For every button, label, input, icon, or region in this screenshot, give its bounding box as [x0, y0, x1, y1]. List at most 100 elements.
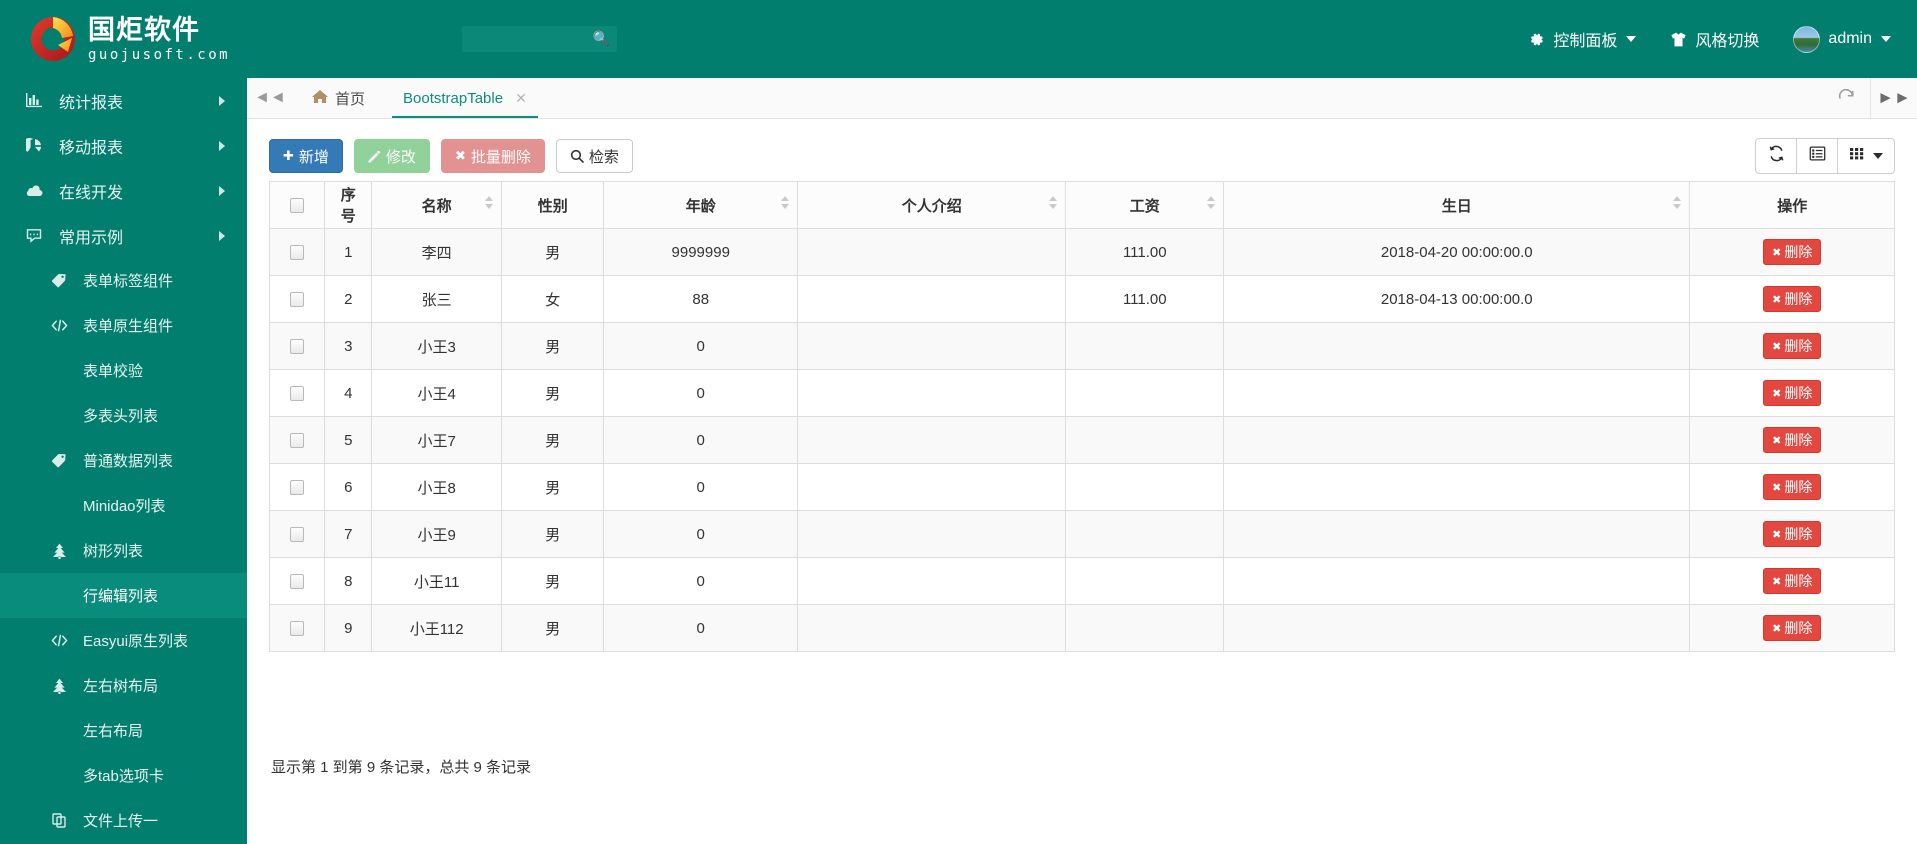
- cell-intro: [797, 510, 1067, 558]
- row-checkbox[interactable]: [290, 339, 305, 355]
- row-checkbox[interactable]: [290, 292, 305, 308]
- cell-no: 7: [324, 510, 373, 558]
- row-checkbox[interactable]: [290, 574, 305, 590]
- cell-age: 0: [603, 416, 799, 464]
- chevron-right-icon: [219, 140, 225, 151]
- batch-delete-button[interactable]: ✖ 批量删除: [440, 139, 545, 173]
- row-checkbox[interactable]: [290, 386, 305, 402]
- sidebar-item-9[interactable]: Minidao列表: [0, 483, 247, 528]
- cell-name: 小王9: [371, 510, 503, 558]
- sidebar-item-8[interactable]: 普通数据列表: [0, 438, 247, 483]
- search-button[interactable]: 检索: [555, 139, 633, 173]
- edit-button[interactable]: 修改: [353, 139, 430, 173]
- topnav-item-control-panel[interactable]: 控制面板: [1528, 27, 1637, 51]
- chevron-down-icon: [1873, 153, 1883, 159]
- sort-icon[interactable]: [1207, 196, 1216, 209]
- sidebar-item-6[interactable]: 表单校验: [0, 348, 247, 393]
- tab-home[interactable]: 首页: [293, 78, 384, 118]
- double-right-icon[interactable]: ►►: [1870, 78, 1917, 118]
- sidebar-item-1[interactable]: 移动报表: [0, 123, 247, 168]
- delete-row-button[interactable]: ✖ 删除: [1763, 239, 1822, 265]
- columns-dropdown-button[interactable]: [1837, 138, 1895, 174]
- add-button[interactable]: ✚ 新增: [269, 139, 343, 173]
- row-checkbox-cell: [268, 228, 326, 276]
- global-search[interactable]: 🔍: [462, 26, 617, 52]
- delete-row-button[interactable]: ✖ 删除: [1763, 568, 1822, 594]
- sidebar-item-14[interactable]: 左右布局: [0, 708, 247, 753]
- pie-chart-icon: [23, 137, 45, 154]
- topnav-item-user[interactable]: admin: [1793, 25, 1891, 53]
- sidebar-item-11[interactable]: 行编辑列表: [0, 573, 247, 618]
- table-header-birth[interactable]: 生日: [1223, 181, 1691, 229]
- delete-row-button[interactable]: ✖ 删除: [1763, 380, 1822, 406]
- brand-logo[interactable]: 国炬软件 guojusoft.com: [0, 0, 247, 78]
- cell-intro: [797, 275, 1067, 323]
- cell-sex: 男: [501, 322, 605, 370]
- topnav-label-user: admin: [1828, 30, 1872, 47]
- table-row[interactable]: 7 小王9 男 0 ✖ 删除: [268, 510, 1895, 558]
- table-row[interactable]: 6 小王8 男 0 ✖ 删除: [268, 463, 1895, 511]
- delete-row-button[interactable]: ✖ 删除: [1763, 615, 1822, 641]
- toggle-view-button[interactable]: [1796, 138, 1838, 174]
- table-header-label: 个人介绍: [901, 197, 962, 215]
- table-header-intro[interactable]: 个人介绍: [797, 181, 1067, 229]
- sort-icon[interactable]: [781, 196, 790, 209]
- sidebar-item-4[interactable]: 表单标签组件: [0, 258, 247, 303]
- delete-row-button[interactable]: ✖ 删除: [1763, 521, 1822, 547]
- delete-row-button[interactable]: ✖ 删除: [1763, 474, 1822, 500]
- table-row[interactable]: 8 小王11 男 0 ✖ 删除: [268, 557, 1895, 605]
- row-checkbox[interactable]: [290, 527, 305, 543]
- table-row[interactable]: 1 李四男 9999999 111.00 2018-04-20 00:00:00.0 ✖ 删…: [268, 228, 1895, 276]
- select-all-checkbox[interactable]: [290, 198, 305, 214]
- sidebar-item-13[interactable]: 左右树布局: [0, 663, 247, 708]
- cell-sex: 女: [501, 275, 605, 323]
- topnav-item-theme-switch[interactable]: 风格切换: [1670, 27, 1759, 51]
- chevron-right-icon: [219, 230, 225, 241]
- row-checkbox[interactable]: [290, 433, 305, 449]
- refresh-icon[interactable]: [1823, 78, 1870, 118]
- sidebar-item-label: 在线开发: [59, 184, 124, 202]
- refresh-table-button[interactable]: [1755, 138, 1797, 174]
- row-checkbox[interactable]: [290, 245, 305, 261]
- sidebar-item-2[interactable]: 在线开发: [0, 168, 247, 213]
- sidebar-item-12[interactable]: Easyui原生列表: [0, 618, 247, 663]
- row-checkbox[interactable]: [290, 621, 305, 637]
- double-left-icon[interactable]: ◄◄: [247, 78, 293, 118]
- cell-intro: [797, 416, 1067, 464]
- search-input[interactable]: 🔍: [462, 26, 617, 52]
- top-nav: 控制面板 风格切换 admin: [1494, 25, 1917, 53]
- table-row[interactable]: 5 小王7 男 0 ✖ 删除: [268, 416, 1895, 464]
- table-header-name[interactable]: 名称: [371, 181, 503, 229]
- row-checkbox[interactable]: [290, 480, 305, 496]
- table-row[interactable]: 9 小王112 男 0 ✖ 删除: [268, 604, 1895, 652]
- times-icon: ✖: [1772, 340, 1782, 353]
- delete-row-button[interactable]: ✖ 删除: [1763, 427, 1822, 453]
- cell-wage: [1065, 369, 1225, 417]
- sidebar-item-7[interactable]: 多表头列表: [0, 393, 247, 438]
- tree-icon: [48, 543, 70, 559]
- table-header-age[interactable]: 年龄: [603, 181, 799, 229]
- sidebar-item-15[interactable]: 多tab选项卡: [0, 753, 247, 798]
- close-icon[interactable]: ✕: [515, 90, 527, 107]
- sidebar-item-16[interactable]: 文件上传一: [0, 798, 247, 843]
- sort-icon[interactable]: [1673, 196, 1682, 209]
- tab-bootstraptable[interactable]: BootstrapTable ✕: [384, 78, 546, 118]
- sidebar-item-5[interactable]: 表单原生组件: [0, 303, 247, 348]
- row-checkbox-cell: [268, 557, 326, 605]
- row-checkbox-cell: [268, 463, 326, 511]
- table-row[interactable]: 2 张三女 88 111.00 2018-04-13 00:00:00.0 ✖ 删除: [268, 275, 1895, 323]
- delete-row-button[interactable]: ✖ 删除: [1763, 286, 1822, 312]
- sidebar-item-label: Minidao列表: [83, 498, 166, 515]
- row-checkbox-cell: [268, 369, 326, 417]
- table-header-wage[interactable]: 工资: [1065, 181, 1225, 229]
- sidebar-item-3[interactable]: 常用示例: [0, 213, 247, 258]
- sidebar-item-10[interactable]: 树形列表: [0, 528, 247, 573]
- table-row[interactable]: 3 小王3 男 0 ✖ 删除: [268, 322, 1895, 370]
- table-row[interactable]: 4 小王4 男 0 ✖ 删除: [268, 369, 1895, 417]
- sort-icon[interactable]: [485, 196, 494, 209]
- sidebar-item-0[interactable]: 统计报表: [0, 78, 247, 123]
- sort-icon[interactable]: [1049, 196, 1058, 209]
- search-icon: [570, 149, 584, 163]
- sidebar-item-label: 表单校验: [83, 363, 144, 380]
- delete-row-button[interactable]: ✖ 删除: [1763, 333, 1822, 359]
